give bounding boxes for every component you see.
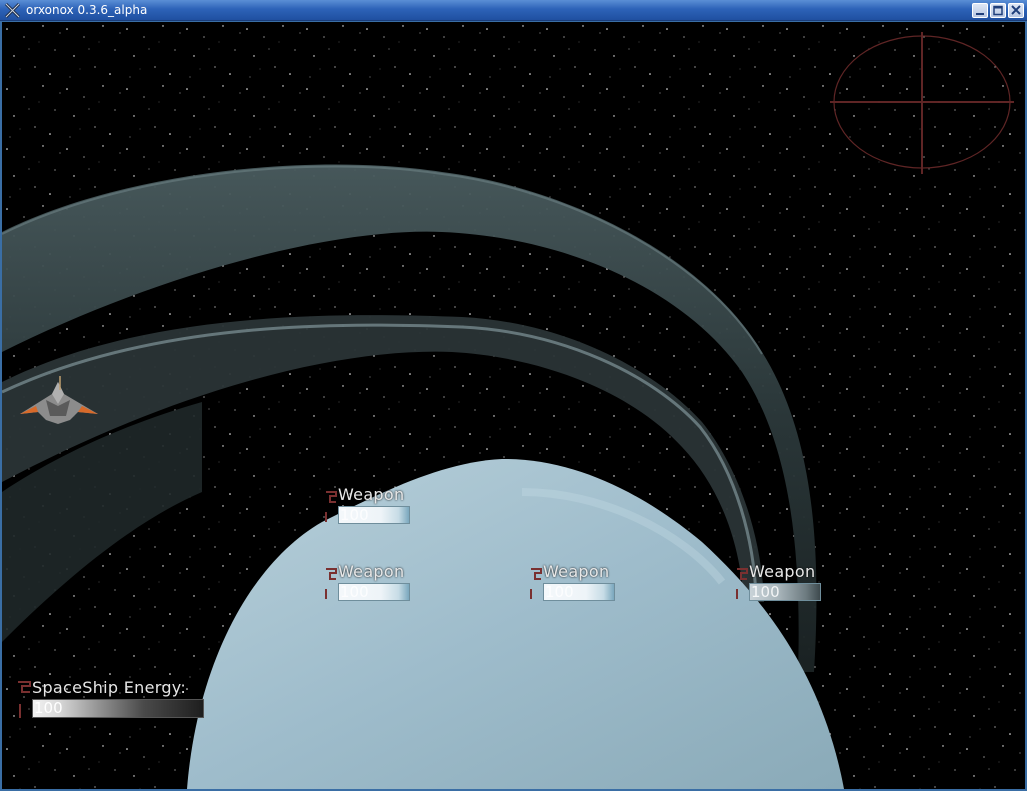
- energy-label: SpaceShip Energy:: [32, 678, 187, 697]
- weapon-slot-3: Weapon 100: [529, 562, 629, 605]
- weapon-ammo-value: 100: [545, 583, 574, 601]
- maximize-button[interactable]: [990, 3, 1006, 18]
- minimize-button[interactable]: [972, 3, 988, 18]
- close-icon: [1011, 5, 1021, 15]
- weapon-icon: [325, 491, 337, 522]
- orxonox-x-icon: [4, 2, 21, 19]
- window-title: orxonox 0.3.6_alpha: [26, 3, 148, 17]
- spaceship-energy-hud: SpaceShip Energy: 100: [16, 678, 206, 724]
- space-scene: [2, 22, 1025, 789]
- energy-icon: [18, 681, 31, 718]
- weapon-slot-1: Weapon 100: [324, 485, 424, 528]
- weapon-ammo-value: 100: [751, 583, 780, 601]
- weapon-icon: [530, 568, 542, 599]
- energy-value: 100: [34, 699, 63, 717]
- weapon-label: Weapon: [338, 562, 405, 581]
- weapon-label: Weapon: [749, 562, 816, 581]
- weapon-slot-4: Weapon 100: [735, 562, 835, 605]
- weapon-ammo-value: 100: [340, 506, 369, 524]
- weapon-ammo-value: 100: [340, 583, 369, 601]
- weapon-icon: [736, 568, 748, 599]
- maximize-icon: [993, 5, 1003, 16]
- weapon-icon: [325, 568, 337, 599]
- weapon-label: Weapon: [543, 562, 610, 581]
- app-window: orxonox 0.3.6_alpha Weapon 100 Weapon 10…: [0, 0, 1027, 791]
- weapon-label: Weapon: [338, 485, 405, 504]
- game-viewport[interactable]: Weapon 100 Weapon 100 Weapon 100 Weapon …: [2, 22, 1025, 789]
- title-bar[interactable]: orxonox 0.3.6_alpha: [0, 0, 1027, 21]
- minimize-icon: [976, 13, 984, 15]
- weapon-slot-2: Weapon 100: [324, 562, 424, 605]
- close-button[interactable]: [1008, 3, 1024, 18]
